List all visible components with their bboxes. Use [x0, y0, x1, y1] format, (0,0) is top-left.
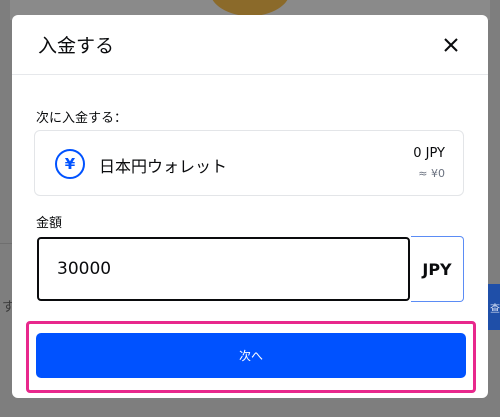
modal-title: 入金する	[38, 35, 115, 57]
currency-label: JPY	[422, 259, 452, 279]
wallet-name: 日本円ウォレット	[99, 157, 228, 176]
close-button[interactable]	[440, 34, 462, 56]
background-divider	[0, 243, 12, 244]
amount-input[interactable]	[37, 237, 410, 301]
deposit-to-label: 次に入金する：	[36, 111, 128, 126]
wallet-balance: 0 JPY	[413, 146, 445, 161]
deposit-modal: 入金する 次に入金する： ¥ 日本円ウォレット 0 JPY ≈ ¥0 金額 JP…	[12, 15, 488, 398]
yen-icon: ¥	[55, 149, 85, 179]
yen-symbol: ¥	[64, 155, 76, 173]
background-button: 查	[488, 284, 500, 330]
background-button-label: 查	[490, 303, 500, 315]
wallet-selector[interactable]: ¥ 日本円ウォレット 0 JPY ≈ ¥0	[34, 130, 464, 196]
next-button[interactable]: 次へ	[36, 333, 466, 378]
amount-label: 金額	[36, 216, 63, 231]
currency-toggle[interactable]: JPY	[411, 236, 464, 302]
modal-header: 入金する	[12, 15, 488, 75]
close-icon	[444, 37, 458, 52]
wallet-approx-value: ≈ ¥0	[418, 167, 445, 180]
